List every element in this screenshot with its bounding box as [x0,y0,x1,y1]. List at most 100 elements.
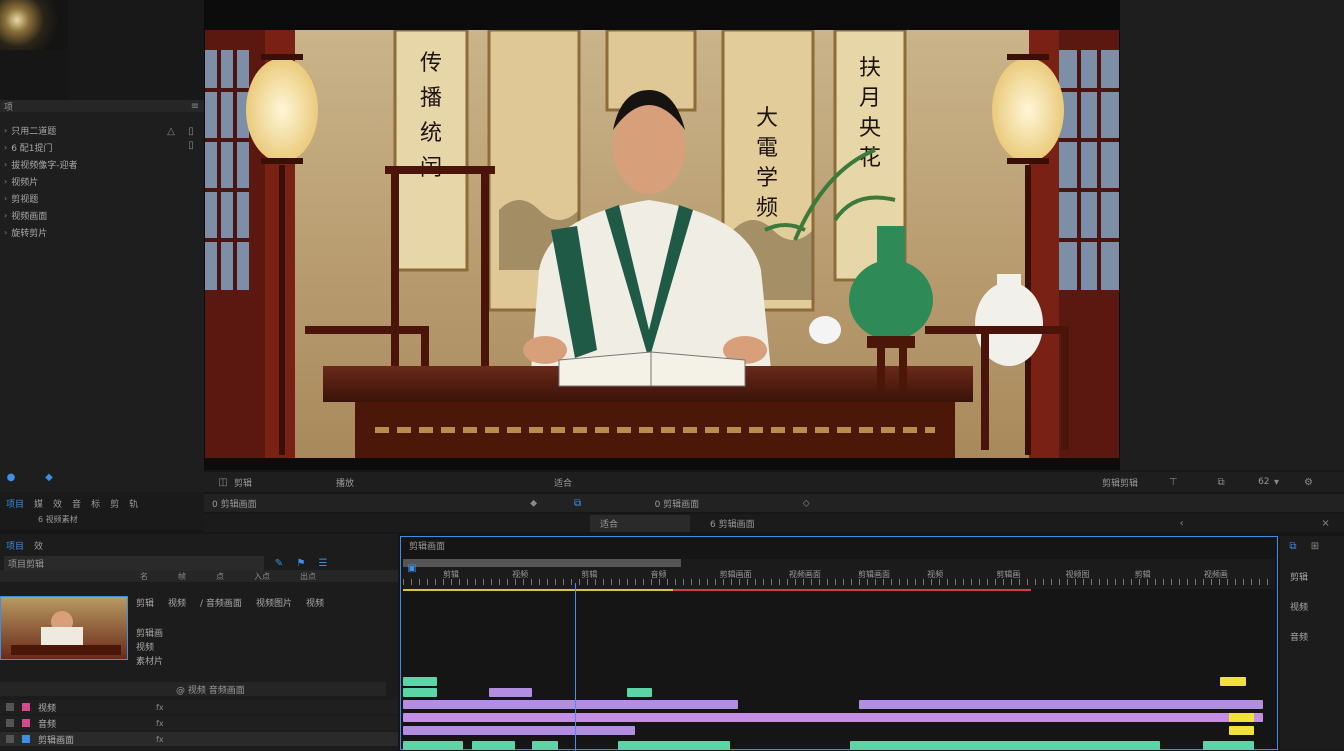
left-panel-title: 项 [4,102,14,113]
track-header-row[interactable]: 音频 fx [0,716,398,730]
export-frame-icon[interactable]: ⧉ [1214,475,1228,489]
viewer-row2-mid[interactable]: 0 剪辑画面 [655,497,700,510]
column-header[interactable]: 出点 [300,571,316,582]
project-clip-thumbnail[interactable] [0,596,128,660]
left-item[interactable]: › 旋转剪片 [0,224,204,241]
zoom-value[interactable]: 62 [1258,477,1269,487]
viewer-field-b[interactable]: 6 剪辑画面 [710,517,755,530]
project-tool-icon-2[interactable]: ⚑ [294,556,308,570]
left-tab[interactable]: 效 [53,497,62,510]
source-thumbnail[interactable] [0,0,68,50]
check-circle-icon[interactable]: ● [4,470,18,484]
track-fx[interactable]: fx [156,703,164,712]
timeline-clip[interactable] [1228,713,1255,722]
timeline-clip[interactable] [858,700,1263,709]
effects-tab[interactable]: 效 [34,539,43,552]
left-tab[interactable]: 音 [72,497,81,510]
left-item[interactable]: › 拔视频像字-迎者 [0,156,204,173]
left-item[interactable]: › 视频画面 [0,207,204,224]
left-tab[interactable]: 轨 [129,497,138,510]
timeline-clip[interactable] [489,688,532,697]
scroll-icon[interactable]: ▯ [184,138,198,152]
track-fx[interactable]: fx [156,735,164,744]
zoom-dropdown-icon[interactable]: ▾ [1270,475,1284,489]
left-tab[interactable]: 媒 [34,497,43,510]
project-sublabels: 剪辑画 视频 素材片 [136,626,163,668]
video-frame[interactable]: 传 播 统 闰 大 電 学 频 扶 月 央 花 [205,30,1119,458]
project-tool-icon-3[interactable]: ☰ [316,556,330,570]
snap-icon[interactable]: ▣ [405,561,419,575]
track-name[interactable]: 音频 [38,717,148,730]
viewer-controls-row3: 适合 6 剪辑画面 ‹ × [204,514,1344,532]
fit-icon[interactable]: ◫ [216,475,230,489]
left-tab[interactable]: 项目 [6,497,24,510]
track-header-row[interactable]: 视频 fx [0,700,398,714]
timeline-track-area[interactable] [403,597,1263,751]
arrow-icon[interactable]: ‹ [1175,516,1189,530]
track-name[interactable]: 剪辑画面 [38,733,148,746]
playhead[interactable] [575,583,576,751]
timeline-clip[interactable] [403,741,464,750]
timeline-clip[interactable] [532,741,558,750]
lock-icon[interactable] [6,735,14,743]
viewer-row2-left[interactable]: 0 剪辑画面 [212,497,257,510]
timeline-clip[interactable] [618,741,730,750]
left-item[interactable]: › 剪视题 [0,190,204,207]
lock-icon[interactable] [6,719,14,727]
column-header[interactable]: 入点 [254,571,270,582]
timeline-clip[interactable] [626,688,653,697]
column-header[interactable]: 帧 [178,571,186,582]
keyframe-icon[interactable]: ⬥ [527,496,541,510]
panel-menu-icon[interactable]: ≡ [190,99,200,113]
timeline-ruler[interactable]: 剪辑 视频 剪辑 音频 剪辑画面 视频画面 剪辑画面 视频 剪辑画 视频图 剪辑 视频画 ▣ [403,559,1275,591]
collapse-icon[interactable]: △ [164,124,178,138]
column-header[interactable]: 名 [140,571,148,582]
column-header[interactable]: 点 [216,571,224,582]
close-icon[interactable]: × [1319,516,1333,530]
left-tab[interactable]: 标 [91,497,100,510]
project-tab[interactable]: 项目 [6,539,24,552]
right-panel-icon-1[interactable]: ⧉ [1286,539,1300,553]
timeline-clip[interactable] [1228,726,1255,735]
chevron-right-icon: › [4,194,8,203]
settings-icon[interactable]: ⚙ [1302,475,1316,489]
timeline-clip[interactable] [403,677,438,686]
right-side-panel [1120,0,1344,470]
left-item-label: 6 配1提门 [11,144,53,154]
timeline-clip[interactable] [403,726,636,735]
viewer-center-label[interactable]: 适合 [554,476,572,489]
track-fx[interactable]: fx [156,719,164,728]
project-sub-label: 剪辑画 [136,629,164,639]
timeline-clip[interactable] [850,741,1160,750]
flag-icon[interactable]: ⬦ [799,496,813,510]
timeline-clip[interactable] [403,688,438,697]
viewer-field-a[interactable]: 适合 [590,514,690,532]
track-name[interactable]: 视频 [38,701,148,714]
svg-text:央: 央 [859,116,881,141]
left-item[interactable]: › 视频片 [0,173,204,190]
drop-icon[interactable]: ◆ [42,470,56,484]
right-panel-label[interactable]: 视频 [1290,600,1338,630]
link-icon[interactable]: ⧉ [571,496,585,510]
timeline-title: 剪辑画面 [409,541,446,552]
right-panel-label[interactable]: 音频 [1290,630,1338,660]
project-search-label[interactable]: 项目剪辑 [4,555,264,571]
track-header-row[interactable]: 剪辑画面 fx [0,732,398,746]
timeline-clip[interactable] [403,700,739,709]
left-item[interactable]: › 6 配1提门 [0,139,204,156]
timeline-clip[interactable] [1202,741,1255,750]
viewer-mid-label[interactable]: 播放 [336,476,354,489]
left-tab[interactable]: 剪 [110,497,119,510]
right-panel-label[interactable]: 剪辑 [1290,570,1338,600]
timeline-clip[interactable] [471,741,515,750]
viewer-right-label[interactable]: 剪辑剪辑 [1102,476,1138,489]
project-tool-icon-1[interactable]: ✎ [272,556,286,570]
lock-icon[interactable] [6,703,14,711]
work-area-bar[interactable] [403,559,681,567]
marker-icon[interactable]: ⊤ [1166,475,1180,489]
right-timeline-panel: ⧉ ⊞ 剪辑 视频 音频 [1280,536,1344,750]
right-panel-icon-2[interactable]: ⊞ [1308,539,1322,553]
expand-icon[interactable]: ▯ [184,124,198,138]
timeline-clip[interactable] [403,713,1263,722]
timeline-clip[interactable] [1220,677,1246,686]
